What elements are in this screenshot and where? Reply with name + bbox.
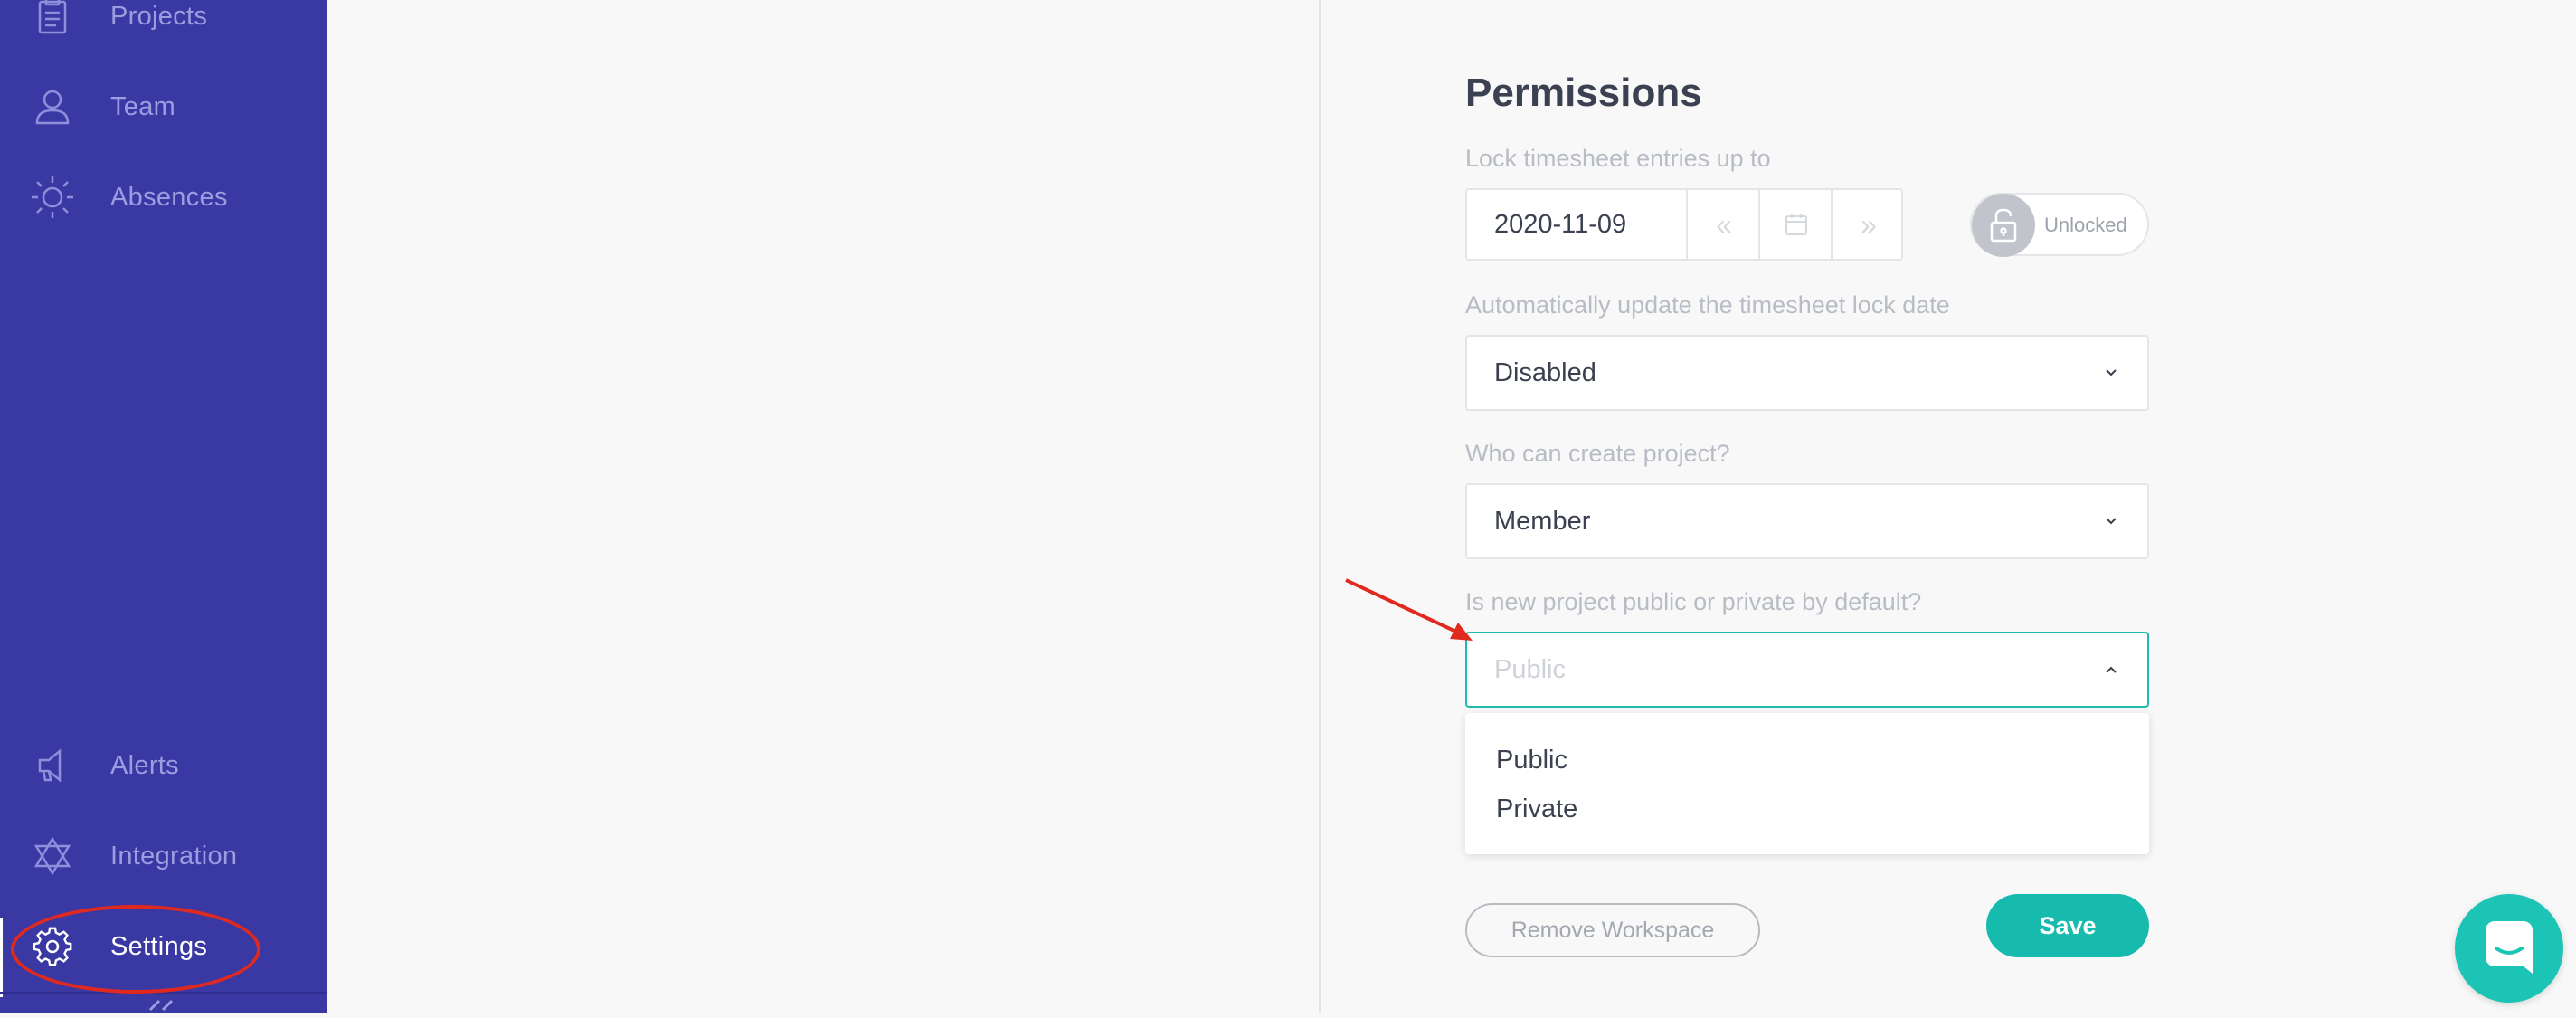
visibility-label: Is new project public or private by defa… <box>1465 588 1922 615</box>
lock-status: Unlocked <box>2044 214 2127 236</box>
double-chevron-right-icon[interactable]: » <box>1831 190 1905 259</box>
chevron-down-icon <box>2106 369 2117 376</box>
annotation-arrow <box>1345 578 1473 641</box>
sidebar-item-alerts[interactable]: Alerts <box>0 729 327 802</box>
sidebar-item-absences[interactable]: Absences <box>0 161 327 233</box>
sidebar: Projects Team Absences Alerts Integratio… <box>0 0 327 1013</box>
chat-icon <box>2480 918 2538 980</box>
sidebar-item-label: Absences <box>110 182 228 212</box>
sidebar-item-team[interactable]: Team <box>0 71 327 143</box>
sun-icon <box>29 174 76 221</box>
lock-toggle[interactable]: Unlocked <box>1970 193 2149 257</box>
chat-button[interactable] <box>2455 894 2563 1003</box>
option-private[interactable]: Private <box>1496 794 1577 824</box>
visibility-placeholder: Public <box>1494 655 1566 684</box>
star-of-david-icon <box>29 832 76 880</box>
chevron-up-icon <box>2106 666 2117 673</box>
clipboard-icon <box>29 0 76 40</box>
sidebar-item-label: Integration <box>110 841 238 871</box>
auto-update-value: Disabled <box>1494 358 1596 387</box>
chevron-down-icon <box>2106 518 2117 525</box>
sidebar-item-projects[interactable]: Projects <box>0 0 327 52</box>
double-chevron-left-icon[interactable]: « <box>1686 190 1760 259</box>
create-project-label: Who can create project? <box>1465 440 1730 467</box>
visibility-dropdown-menu: Public Private <box>1465 713 2149 854</box>
page-title: Permissions <box>1465 71 1702 115</box>
auto-update-select[interactable]: Disabled <box>1465 335 2149 411</box>
sidebar-item-label: Alerts <box>110 750 179 780</box>
panel-divider <box>1319 0 1321 1013</box>
lock-date-picker: 2020-11-09 « » <box>1465 188 1903 261</box>
calendar-icon[interactable] <box>1758 190 1833 259</box>
double-chevron-left-icon[interactable] <box>145 999 177 1018</box>
save-button[interactable]: Save <box>1986 894 2149 957</box>
auto-update-label: Automatically update the timesheet lock … <box>1465 291 1950 319</box>
option-public[interactable]: Public <box>1496 746 1567 775</box>
create-project-select[interactable]: Member <box>1465 483 2149 559</box>
visibility-select[interactable]: Public <box>1465 632 2149 708</box>
create-project-value: Member <box>1494 507 1591 536</box>
sidebar-item-label: Projects <box>110 1 208 31</box>
remove-workspace-button[interactable]: Remove Workspace <box>1465 903 1760 957</box>
user-icon <box>29 83 76 130</box>
lock-date-input[interactable]: 2020-11-09 <box>1494 210 1626 240</box>
unlock-icon <box>1972 194 2035 257</box>
sidebar-item-label: Team <box>110 91 176 121</box>
annotation-ellipse <box>11 905 260 994</box>
sidebar-item-integration[interactable]: Integration <box>0 820 327 892</box>
lock-date-label: Lock timesheet entries up to <box>1465 145 1771 172</box>
megaphone-icon <box>29 742 76 789</box>
